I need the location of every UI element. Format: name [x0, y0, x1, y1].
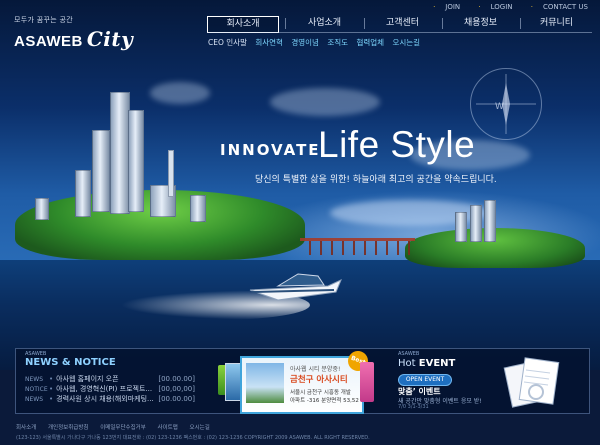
footer-links: 회사소개 개인정보취급방침 이메일무단수집거부 사이트맵 오시는길	[16, 423, 220, 431]
news-text: 아사웹, 경영혁신(PI) 프로젝트...	[56, 385, 153, 393]
subnav-partners[interactable]: 협력업체	[356, 38, 384, 47]
logo-brand-text: ASAWEB	[14, 33, 83, 50]
nav-divider	[207, 32, 592, 33]
bullet-icon: ·	[530, 3, 533, 11]
news-item[interactable]: NEWS • 경력사원 상시 채용(해외마케팅... [00.00.00]	[25, 394, 195, 404]
logo-city-text: City	[86, 27, 134, 51]
skyscraper	[470, 205, 482, 242]
news-notice-title[interactable]: NEWS & NOTICE	[25, 357, 116, 368]
promo-line2: 금천구 아사시티	[290, 375, 348, 385]
main-navigation: 회사소개 사업소개 고객센터 채용정보 커뮤니티	[207, 16, 592, 33]
speedboat	[248, 268, 343, 302]
footer-link-company[interactable]: 회사소개	[16, 425, 36, 431]
cloud	[270, 88, 380, 116]
subnav-organization[interactable]: 조직도	[327, 38, 348, 47]
skyscraper	[484, 200, 496, 242]
login-link[interactable]: · LOGIN	[470, 3, 512, 11]
join-link[interactable]: · JOIN	[425, 3, 460, 11]
event-documents-image	[500, 356, 570, 408]
skyscraper	[35, 198, 49, 220]
hot-title-main: EVENT	[418, 358, 456, 369]
promo-line3: 서울시 금천구 시흥동 개발	[290, 390, 351, 396]
page: W 모두가 꿈꾸는 공간 ASAWEB City · JOIN · LOGIN · CO…	[0, 0, 600, 445]
promo-banner[interactable]: 아사웹 시티 분양중! 금천구 아사시티 서울시 금천구 시흥동 개발 아파트 …	[240, 348, 371, 414]
news-list: NEWS • 아사웹 홈페이지 오픈 [00.00.00] NOTICE• 아사웹, …	[25, 374, 195, 404]
news-item[interactable]: NOTICE• 아사웹, 경영혁신(PI) 프로젝트... [00,00,00]	[25, 384, 195, 394]
nav-business[interactable]: 사업소개	[287, 16, 362, 31]
footer-link-privacy[interactable]: 개인정보취급방침	[48, 425, 88, 431]
bullet-icon: ·	[478, 3, 481, 11]
bullet-icon: ·	[433, 3, 436, 11]
subnav-history[interactable]: 회사연혁	[255, 38, 283, 47]
cloud	[150, 82, 210, 104]
promo-next-arrow[interactable]	[360, 362, 374, 402]
hot-event-line3: 7/0 3/1-3/31	[398, 404, 429, 410]
hot-event-line1-bold: 맞춤’ 이벤트	[398, 387, 441, 396]
tv-tower	[168, 150, 174, 197]
hero-lifestyle-text: Life Style	[318, 124, 476, 165]
news-date: [00.00.00]	[158, 375, 195, 383]
promo-line4: 아파트 -316 분양면적 53,52	[290, 398, 359, 404]
footer-copyright: (123-123) 서울특별시 가나다구 가나동 123번지 대표전화 : (0…	[16, 435, 370, 441]
hot-title-prefix: Hot	[398, 358, 416, 369]
subnav-ceo[interactable]: CEO 인사말	[208, 38, 247, 47]
news-category: NEWS	[25, 396, 44, 403]
subnav-philosophy[interactable]: 경영이념	[291, 38, 319, 47]
join-label: JOIN	[445, 3, 461, 11]
footer-link-sitemap[interactable]: 사이트맵	[158, 425, 178, 431]
bullet-icon: •	[49, 395, 54, 403]
footer-link-location[interactable]: 오시는길	[190, 425, 210, 431]
skyscraper	[128, 110, 144, 212]
hero-subtitle: 당신의 특별한 삶을 위한! 하늘아래 최고의 공간을 약속드립니다.	[255, 175, 497, 185]
news-date: [00.00.00]	[158, 395, 195, 403]
utility-links: · JOIN · LOGIN · CONTACT US	[417, 3, 588, 11]
bullet-icon: •	[49, 385, 54, 393]
logo-tagline: 모두가 꿈꾸는 공간	[14, 16, 73, 24]
news-text: 경력사원 상시 채용(해외마케팅...	[56, 395, 154, 403]
hot-event-small-label: ASAWEB	[398, 351, 420, 357]
login-label: LOGIN	[490, 3, 513, 11]
skyscraper	[92, 130, 110, 212]
skyscraper	[455, 212, 467, 242]
site-logo[interactable]: 모두가 꿈꾸는 공간 ASAWEB City	[14, 15, 133, 51]
nav-recruit[interactable]: 채용정보	[443, 16, 518, 31]
nav-separator	[285, 18, 286, 29]
skyscraper	[75, 170, 91, 217]
bridge	[300, 238, 415, 255]
nav-customer-center[interactable]: 고객센터	[365, 16, 440, 31]
subnav-location[interactable]: 오시는길	[392, 38, 420, 47]
compass-decoration: W	[470, 68, 542, 140]
nav-community[interactable]: 커뮤니티	[521, 16, 592, 31]
bullet-icon: •	[49, 375, 54, 383]
news-date: [00,00,00]	[158, 385, 195, 393]
open-event-button[interactable]: OPEN EVENT	[398, 374, 452, 386]
hero-innovate-text: INNOVATE	[220, 141, 321, 159]
sub-navigation: CEO 인사말 회사연혁 경영이념 조직도 협력업체 오시는길	[208, 37, 426, 48]
svg-text:W: W	[495, 102, 504, 112]
contact-us-label: CONTACT US	[543, 3, 588, 11]
hot-event-title[interactable]: Hot EVENT	[398, 358, 455, 369]
promo-line1: 아사웹 시티 분양중!	[290, 366, 341, 373]
skyscraper	[190, 195, 206, 222]
logo-brand: ASAWEB City	[14, 27, 133, 51]
promo-building-image	[246, 363, 284, 403]
news-text: 아사웹 홈페이지 오픈	[56, 375, 119, 383]
footer-link-email[interactable]: 이메일무단수집거부	[100, 425, 146, 431]
skyscraper	[110, 92, 130, 214]
news-item[interactable]: NEWS • 아사웹 홈페이지 오픈 [00.00.00]	[25, 374, 195, 384]
nav-company[interactable]: 회사소개	[207, 16, 279, 33]
contact-us-link[interactable]: · CONTACT US	[523, 3, 588, 11]
